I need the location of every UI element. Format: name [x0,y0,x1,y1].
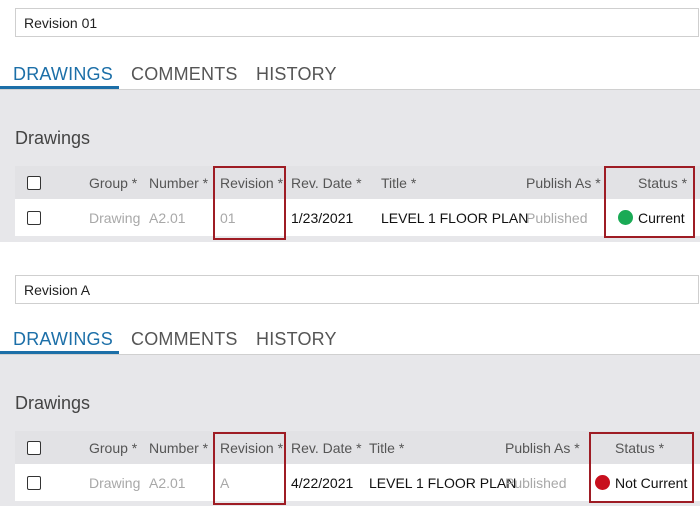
tab-bar: DRAWINGS COMMENTS HISTORY [0,60,700,90]
cell-number: A2.01 [149,209,186,226]
cell-number: A2.01 [149,474,186,491]
tab-comments[interactable]: COMMENTS [131,325,238,355]
column-header-rev-date[interactable]: Rev. Date * [291,166,362,199]
cell-title: LEVEL 1 FLOOR PLAN [381,209,529,226]
tab-bar: DRAWINGS COMMENTS HISTORY [0,325,700,355]
status-not-current-icon [595,475,610,490]
column-header-rev-date[interactable]: Rev. Date * [291,431,362,464]
column-header-revision[interactable]: Revision * [220,166,283,199]
section-title: Drawings [15,128,91,148]
column-header-number[interactable]: Number * [149,166,208,199]
cell-revision: A [220,474,230,491]
tab-comments[interactable]: COMMENTS [131,60,238,90]
select-all-checkbox-cell [27,166,41,199]
cell-rev-date: 4/22/2021 [291,474,354,491]
active-tab-indicator [0,351,119,354]
row-checkbox[interactable] [27,475,41,490]
cell-status: Current [618,199,685,236]
cell-title: LEVEL 1 FLOOR PLAN [369,474,517,491]
revision-name-input[interactable] [15,275,699,304]
table-row[interactable]: Drawing A2.01 A 4/22/2021 LEVEL 1 FLOOR … [15,464,700,501]
cell-group: Drawing [89,474,141,491]
active-tab-indicator [0,86,119,89]
drawings-section: Drawings Group * Number * Revision * Rev… [0,90,700,242]
row-checkbox-cell [27,464,41,501]
cell-status: Not Current [595,464,687,501]
cell-publish-as: Published [526,209,588,226]
column-header-title[interactable]: Title * [369,431,404,464]
table-header: Group * Number * Revision * Rev. Date * … [15,166,700,199]
cell-publish-as: Published [505,474,567,491]
status-label: Not Current [615,474,688,491]
column-header-group[interactable]: Group * [89,431,137,464]
tab-history[interactable]: HISTORY [256,60,337,90]
column-header-status[interactable]: Status * [615,431,664,464]
cell-revision: 01 [220,209,236,226]
column-header-number[interactable]: Number * [149,431,208,464]
select-all-checkbox[interactable] [27,175,41,190]
tab-history[interactable]: HISTORY [256,325,337,355]
column-header-revision[interactable]: Revision * [220,431,283,464]
column-header-title[interactable]: Title * [381,166,416,199]
column-header-publish-as[interactable]: Publish As * [526,166,601,199]
status-label: Current [638,209,685,226]
table-row[interactable]: Drawing A2.01 01 1/23/2021 LEVEL 1 FLOOR… [15,199,700,236]
column-header-group[interactable]: Group * [89,166,137,199]
panel-separator [0,242,700,265]
drawings-section: Drawings Group * Number * Revision * Rev… [0,355,700,506]
cell-group: Drawing [89,209,141,226]
section-title: Drawings [15,393,91,413]
cell-rev-date: 1/23/2021 [291,209,354,226]
select-all-checkbox-cell [27,431,41,464]
column-header-status[interactable]: Status * [638,166,687,199]
table-header: Group * Number * Revision * Rev. Date * … [15,431,700,464]
revision-name-input[interactable] [15,8,699,37]
revision-panel-a: DRAWINGS COMMENTS HISTORY Drawings Group… [0,265,700,506]
select-all-checkbox[interactable] [27,440,41,455]
column-header-publish-as[interactable]: Publish As * [505,431,580,464]
row-checkbox[interactable] [27,210,41,225]
row-checkbox-cell [27,199,41,236]
revision-panel-01: DRAWINGS COMMENTS HISTORY Drawings Group… [0,0,700,242]
status-current-icon [618,210,633,225]
